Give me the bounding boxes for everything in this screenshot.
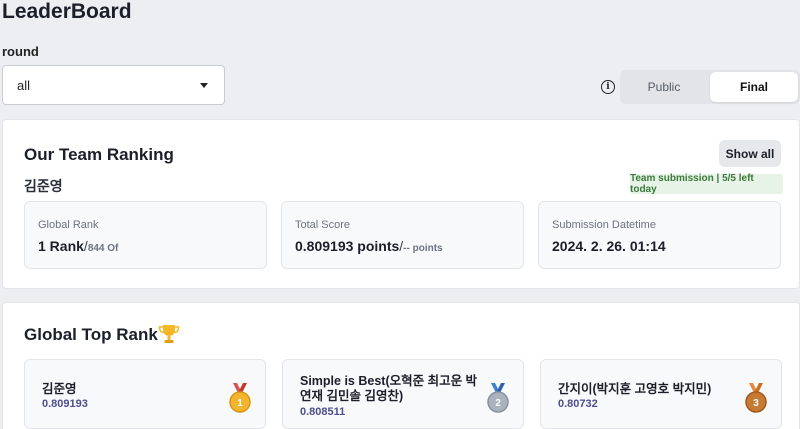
team-name: 김준영 [24,178,63,194]
total-score-stat: Total Score 0.809193 points/-- points [281,201,524,269]
tab-final[interactable]: Final [710,72,798,102]
top-rank-entry-2[interactable]: Simple is Best(오혁준 최고운 박연재 김민솔 김영찬) 0.80… [282,359,524,429]
global-rank-value: 1 Rank [38,238,84,254]
team-ranking-card: Our Team Ranking Show all 김준영 Team submi… [2,119,800,289]
team-name: 김준영 [42,382,77,396]
page-title: LeaderBoard [2,0,132,23]
team-name: 간지이(박지훈 고영호 박지민) [558,382,712,396]
submission-status-badge: Team submission | 5/5 left today [630,173,783,195]
info-icon[interactable]: i [601,80,615,94]
round-select[interactable]: all [2,65,225,105]
team-ranking-title: Our Team Ranking [24,145,174,164]
medal-rank-1: 1 [237,398,243,409]
team-score: 0.80732 [558,398,598,410]
round-filter-label: round [2,44,39,59]
bronze-medal-icon: 3 [745,383,767,413]
global-top-rank-title: Global Top Rank [24,325,158,344]
global-top-rank-card: Global Top Rank 김준영 0.809193 1 Simple is… [2,302,800,429]
trophy-icon [158,325,180,343]
submission-datetime-value: 2024. 2. 26. 01:14 [552,238,666,254]
global-rank-total: 844 Of [87,243,119,254]
round-select-value: all [17,77,31,93]
stat-value: 0.809193 points/-- points [295,238,443,254]
top-rank-entry-1[interactable]: 김준영 0.809193 1 [24,359,266,429]
total-score-value: 0.809193 points [295,238,400,254]
total-score-suffix: -- points [403,243,443,254]
team-score: 0.809193 [42,398,88,410]
silver-medal-icon: 2 [487,383,509,413]
team-name: Simple is Best(오혁준 최고운 박연재 김민솔 김영찬) [300,374,478,403]
show-all-button[interactable]: Show all [719,140,781,167]
stat-label: Submission Datetime [552,219,656,231]
stat-value: 1 Rank/844 Of [38,238,119,254]
tab-public[interactable]: Public [620,70,708,104]
medal-rank-3: 3 [753,398,759,409]
public-final-toggle: Public Final [620,70,800,104]
gold-medal-icon: 1 [229,383,251,413]
submission-datetime-stat: Submission Datetime 2024. 2. 26. 01:14 [538,201,781,269]
stat-label: Global Rank [38,219,99,231]
top-rank-entry-3[interactable]: 간지이(박지훈 고영호 박지민) 0.80732 3 [540,359,782,429]
global-rank-stat: Global Rank 1 Rank/844 Of [24,201,267,269]
team-score: 0.808511 [300,406,346,418]
stat-label: Total Score [295,219,351,231]
medal-rank-2: 2 [495,398,501,409]
chevron-down-icon [200,82,208,88]
